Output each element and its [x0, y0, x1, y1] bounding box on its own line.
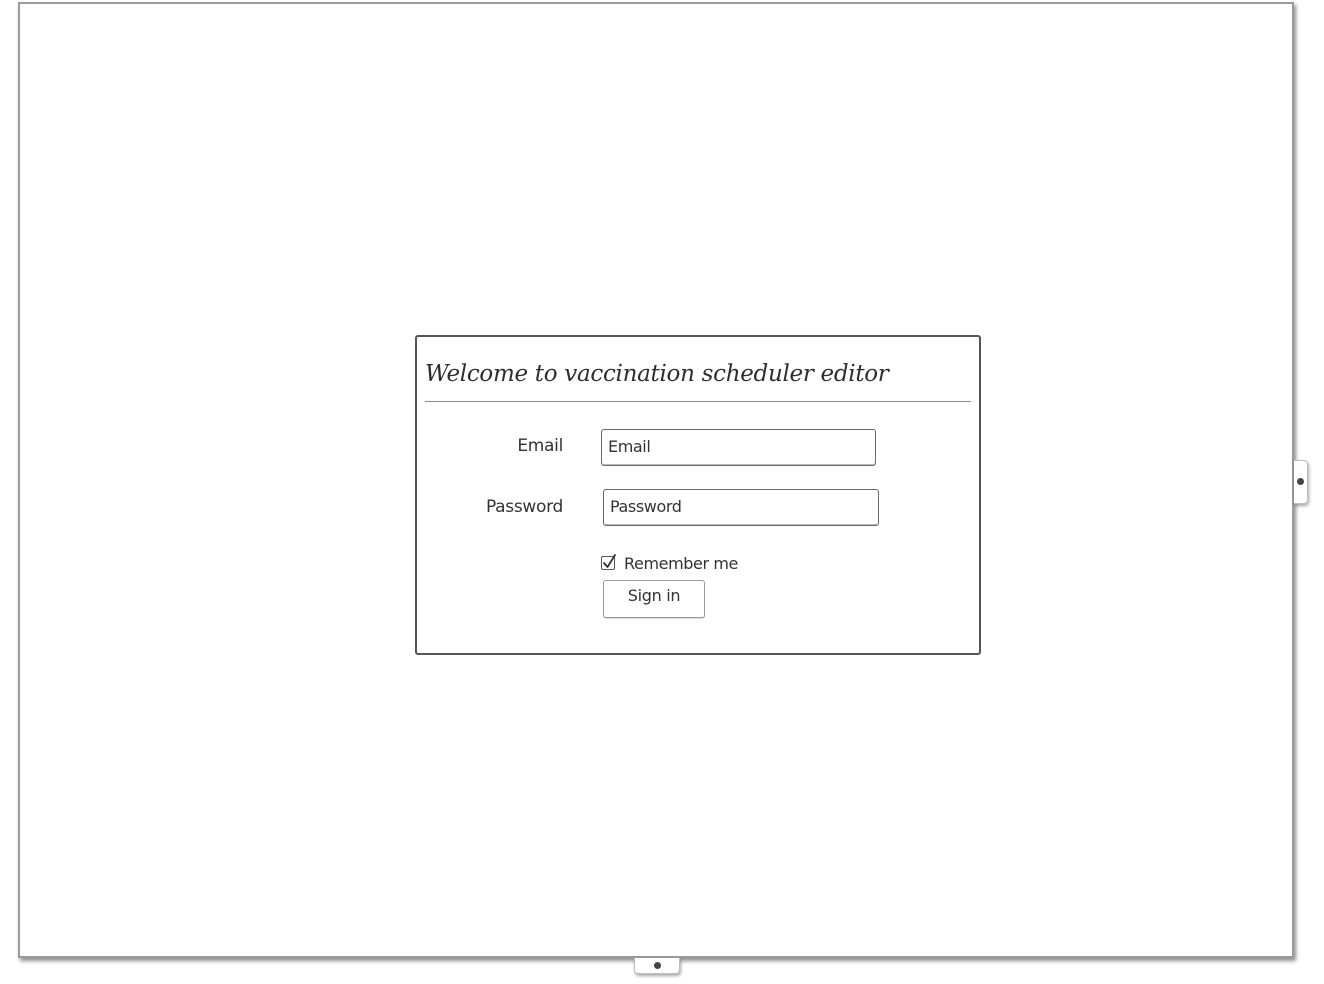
resize-handle-right[interactable]	[1294, 460, 1308, 504]
remember-me-label: Remember me	[624, 553, 738, 573]
handle-dot-icon	[654, 962, 661, 969]
sign-in-button[interactable]: Sign in	[603, 580, 705, 618]
remember-me-row[interactable]: Remember me	[601, 553, 738, 573]
handle-dot-icon	[1297, 478, 1304, 485]
login-dialog: Welcome to vaccination scheduler editor …	[415, 335, 981, 655]
password-field[interactable]: Password	[603, 489, 879, 526]
email-field[interactable]: Email	[601, 429, 876, 466]
dialog-title: Welcome to vaccination scheduler editor	[425, 361, 889, 387]
remember-me-checkbox[interactable]	[601, 554, 616, 570]
title-divider	[425, 401, 971, 402]
password-label: Password	[485, 497, 563, 517]
resize-handle-bottom[interactable]	[634, 958, 680, 974]
checkmark-icon	[603, 554, 616, 568]
email-label: Email	[517, 436, 563, 456]
